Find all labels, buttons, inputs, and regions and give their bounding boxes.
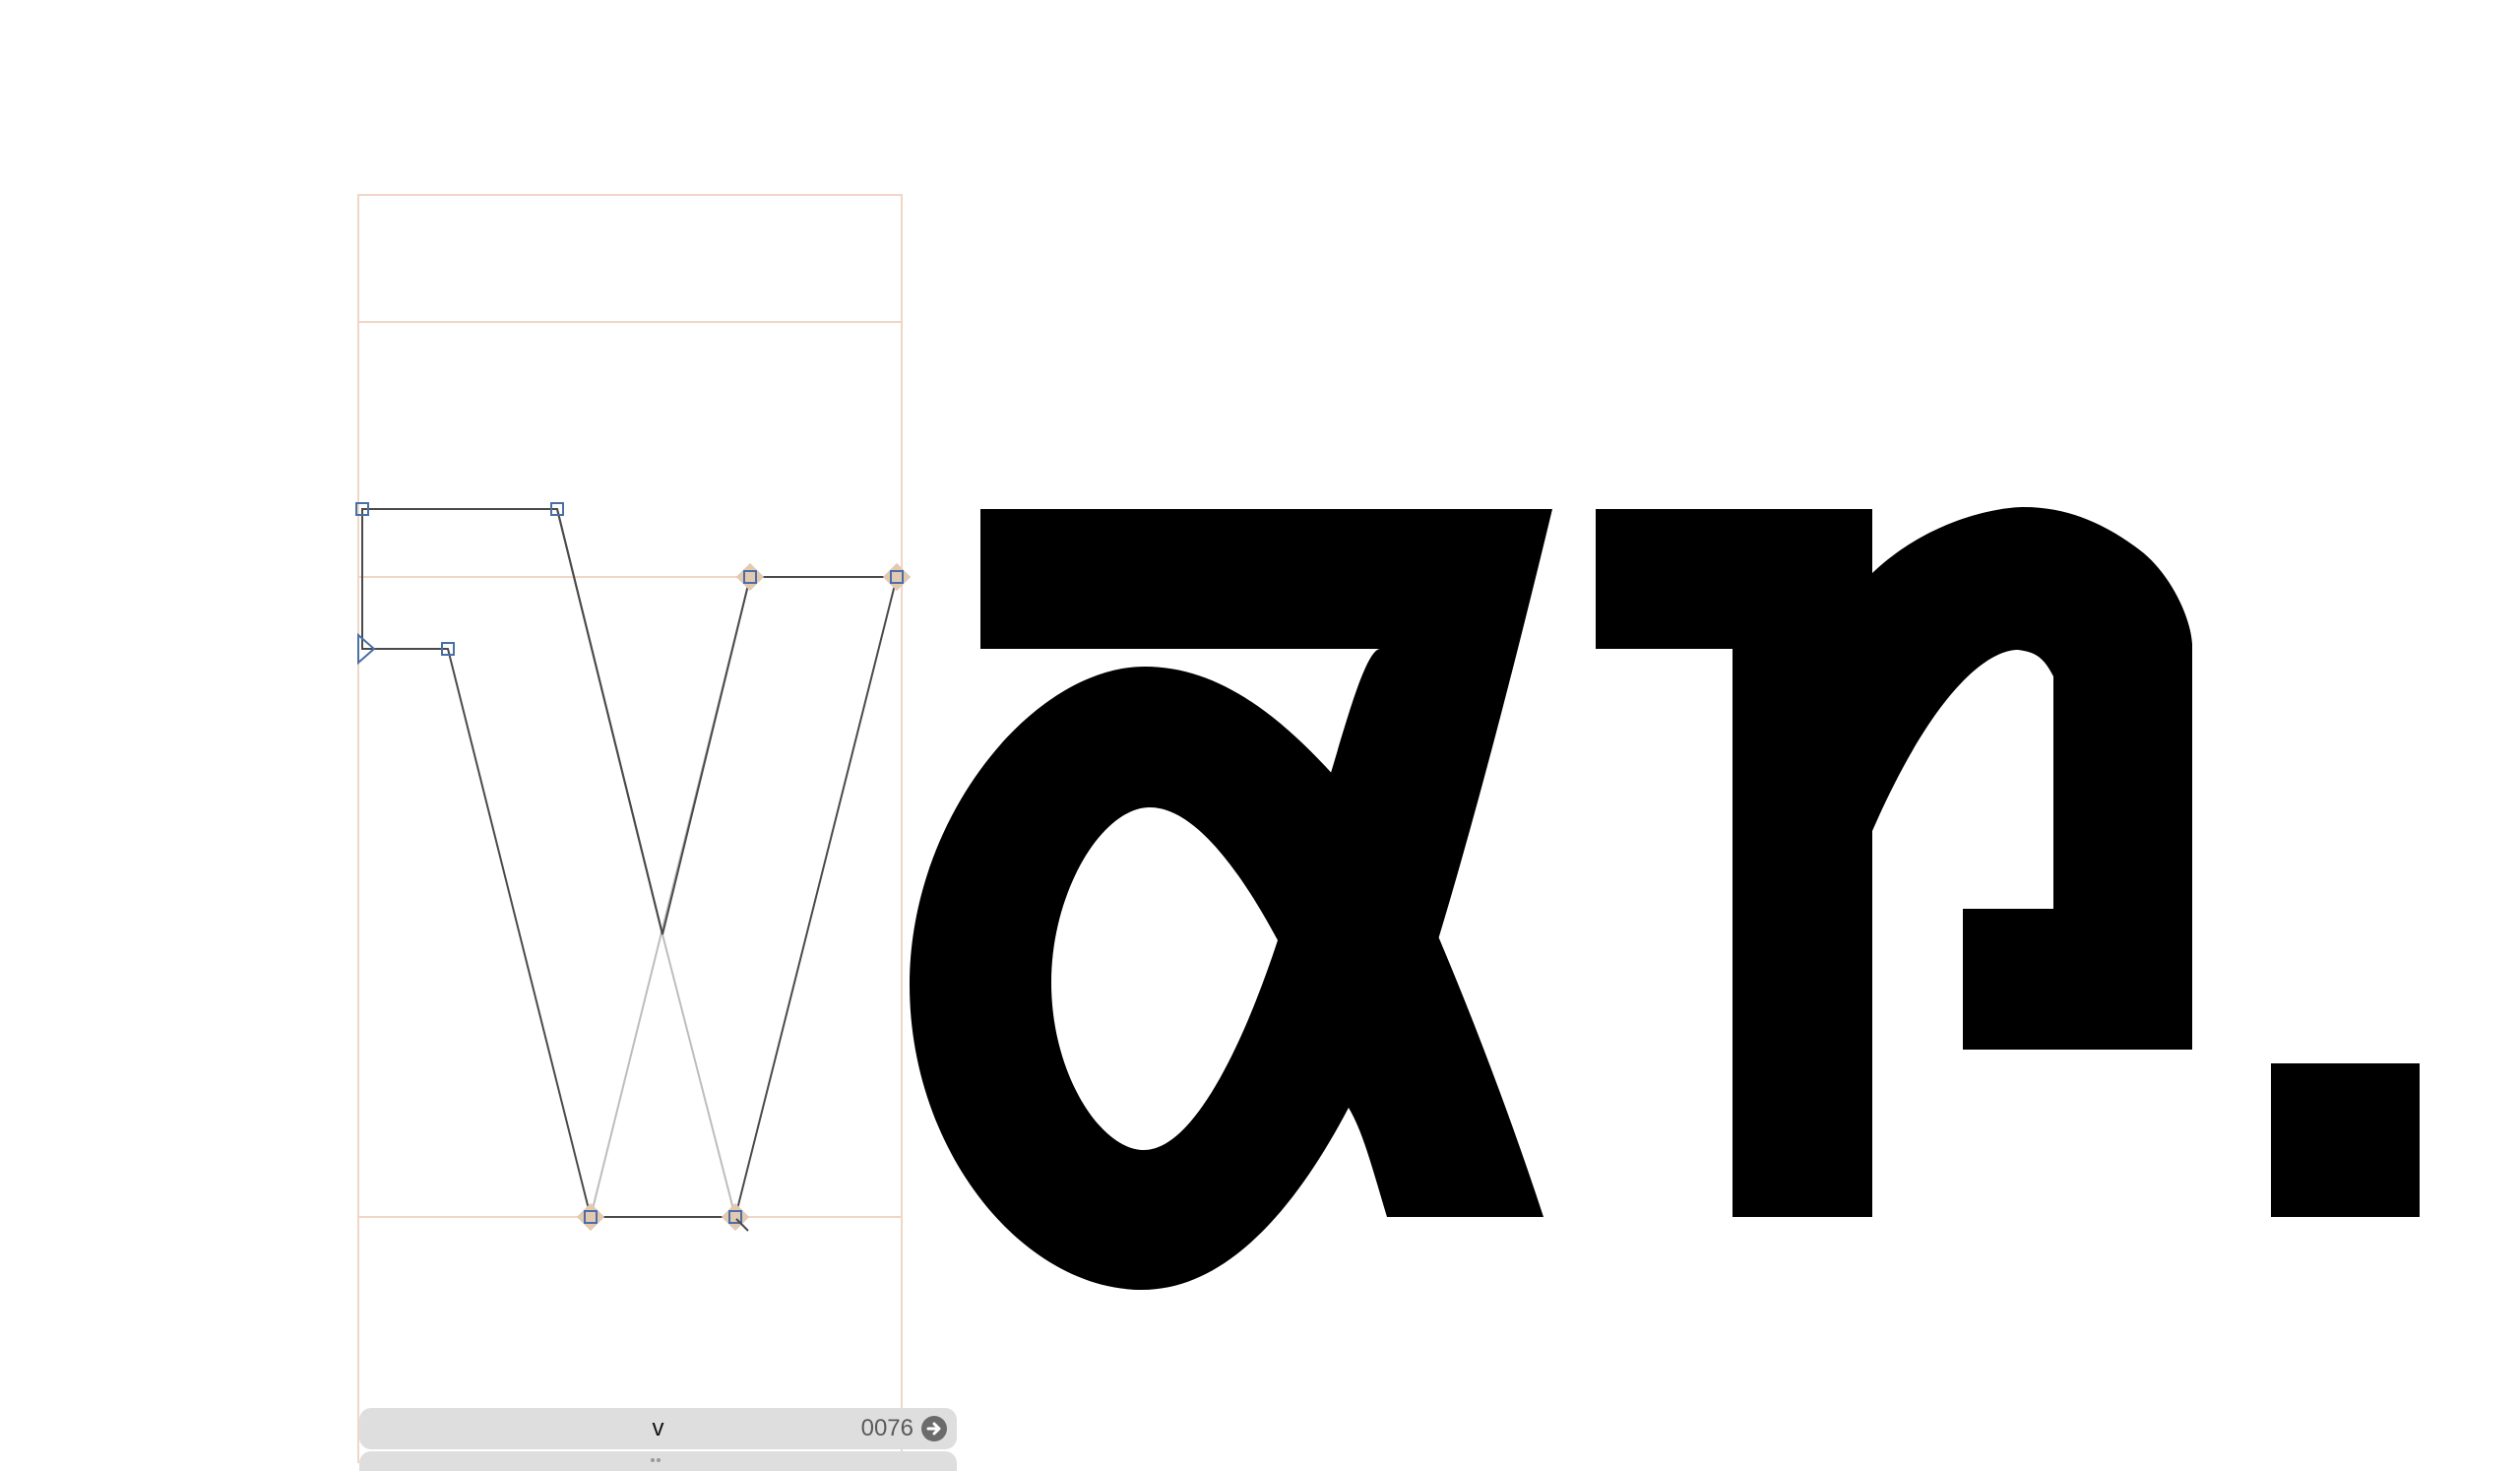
outline-segment (556, 508, 663, 935)
preview-glyph-r (1596, 507, 2192, 1217)
outline-nodes[interactable] (355, 502, 904, 1224)
glyph-info-bar[interactable]: v 0076 (359, 1408, 957, 1449)
arrow-right-circle-icon[interactable] (921, 1416, 947, 1441)
edit-canvas[interactable] (0, 0, 2520, 1463)
preview-glyph-period (2271, 1063, 2420, 1217)
smart-nodes[interactable] (576, 562, 912, 1232)
preview-glyph-a (910, 509, 1552, 1290)
drag-handle-icon[interactable] (650, 1457, 662, 1463)
glyph-outline-v[interactable] (361, 508, 899, 1218)
outline-segment (662, 933, 736, 1218)
smart-node[interactable] (882, 562, 912, 592)
glyph-bounding-box (357, 194, 903, 1463)
glyph-unicode-label: 0076 (860, 1415, 914, 1441)
smart-node[interactable] (576, 1202, 605, 1232)
glyph-r-body (1596, 507, 2192, 1217)
arrow-right-circle-icon-graphic (926, 1422, 941, 1436)
smart-node[interactable] (735, 562, 765, 592)
metric-box (357, 194, 903, 1463)
